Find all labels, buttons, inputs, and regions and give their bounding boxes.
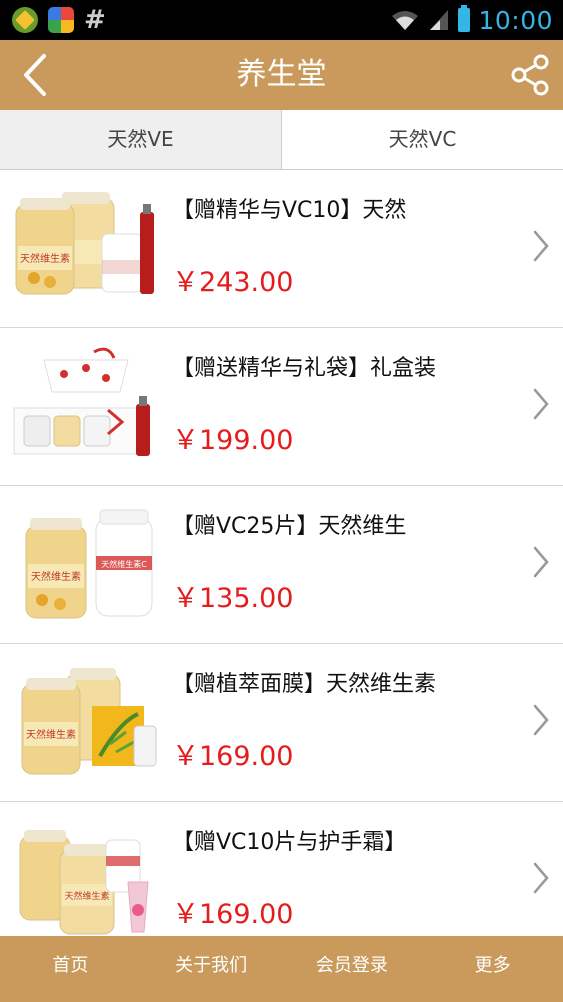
product-image: 天然维生素	[19, 830, 149, 935]
page-title: 养生堂	[236, 57, 327, 92]
svg-text:天然维生素: 天然维生素	[31, 570, 81, 583]
product-image: 天然维生素	[15, 192, 154, 295]
app-icon-green	[12, 7, 38, 33]
nav-member-login[interactable]: 会员登录	[282, 936, 423, 1002]
bottom-nav: 首页 关于我们 会员登录 更多	[0, 936, 563, 1002]
svg-text:天然维生素C: 天然维生素C	[101, 559, 147, 569]
nav-more[interactable]: 更多	[422, 936, 563, 1002]
wifi-icon	[392, 11, 419, 30]
svg-text:天然维生素: 天然维生素	[26, 728, 76, 741]
status-indicators: 10:00	[390, 4, 553, 36]
product-title: 【赠VC10片与护手霜】	[172, 830, 407, 855]
product-image: 天然维生素 天然维生素C	[25, 509, 153, 619]
product-title: 【赠植萃面膜】天然维生素	[172, 672, 437, 697]
share-icon[interactable]	[507, 52, 553, 98]
tab-natural-vc[interactable]: 天然VC	[281, 110, 563, 169]
product-price: ￥199.00	[172, 425, 294, 456]
chevron-right-icon	[533, 862, 549, 894]
chevron-right-icon	[533, 546, 549, 578]
product-title: 【赠VC25片】天然维生	[172, 514, 407, 539]
product-image: 天然维生素	[21, 668, 157, 775]
product-item[interactable]: 【赠送精华与礼袋】礼盒装 ￥199.00	[0, 328, 563, 486]
nav-about-us[interactable]: 关于我们	[141, 936, 282, 1002]
product-title: 【赠精华与VC10】天然	[172, 198, 407, 223]
notification-icons: #	[12, 6, 106, 34]
svg-text:天然维生素: 天然维生素	[64, 890, 109, 902]
product-item[interactable]: 天然维生素 天然维生素C 【赠VC25片】天然维生 ￥135.00	[0, 486, 563, 644]
product-price: ￥169.00	[172, 899, 294, 930]
back-arrow-icon[interactable]	[14, 50, 64, 100]
chevron-right-icon	[533, 388, 549, 420]
product-price: ￥169.00	[172, 741, 294, 772]
battery-icon	[458, 5, 471, 32]
product-item[interactable]: 天然维生素 【赠精华与VC10】天然 ￥243.00	[0, 170, 563, 328]
status-bar: # 10:00	[0, 0, 563, 40]
product-item[interactable]: 天然维生素 【赠植萃面膜】天然维生素 ￥169.00	[0, 644, 563, 802]
svg-text:天然维生素: 天然维生素	[20, 252, 70, 265]
nav-home[interactable]: 首页	[0, 936, 141, 1002]
product-price: ￥243.00	[172, 267, 294, 298]
app-icon-colorful	[48, 7, 74, 33]
chevron-right-icon	[533, 230, 549, 262]
product-list: 天然维生素 【赠精华与VC10】天然 ￥243.00 【赠送精华与礼袋】礼盒装	[0, 170, 563, 960]
product-title: 【赠送精华与礼袋】礼盒装	[172, 356, 437, 381]
tab-natural-ve[interactable]: 天然VE	[0, 110, 281, 169]
hash-icon: #	[84, 5, 106, 35]
app-header: 养生堂	[0, 40, 563, 110]
product-price: ￥135.00	[172, 583, 294, 614]
category-tabs: 天然VE 天然VC	[0, 110, 563, 170]
status-time: 10:00	[478, 5, 553, 35]
signal-icon	[430, 10, 449, 30]
product-image	[13, 347, 150, 456]
chevron-right-icon	[533, 704, 549, 736]
